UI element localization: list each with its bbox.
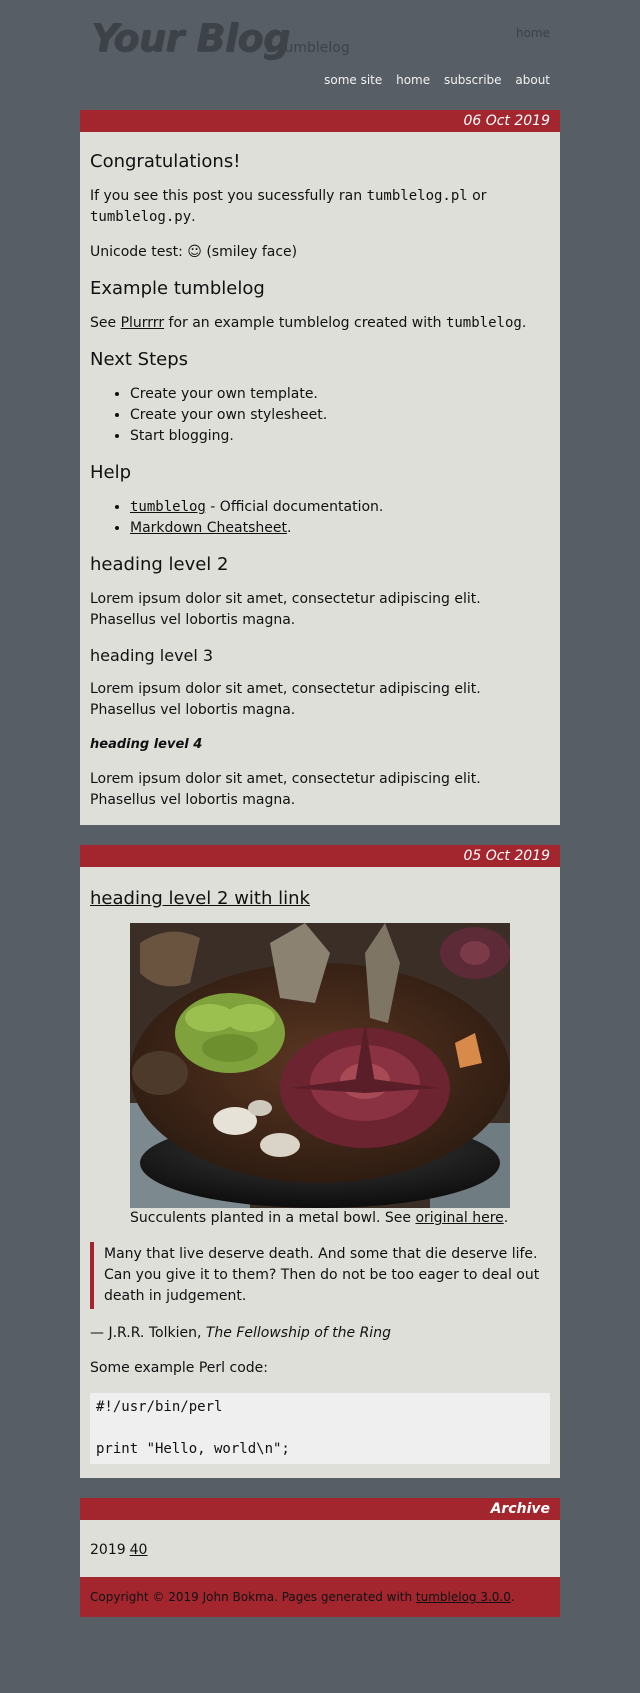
heading-level-2: heading level 2 xyxy=(90,554,229,575)
blog-title-link[interactable]: Your Blog xyxy=(91,16,290,60)
blog-tagline: a tumblelog xyxy=(266,40,350,56)
archive-week-link[interactable]: 40 xyxy=(130,1542,148,1558)
list-item: Start blogging. xyxy=(130,426,550,447)
nav-subscribe[interactable]: subscribe xyxy=(444,73,502,87)
heading-level-2-with-link: heading level 2 with link xyxy=(90,887,550,911)
nav-about[interactable]: about xyxy=(515,73,550,87)
post-date-link[interactable]: 05 Oct 2019 xyxy=(463,848,550,864)
code-tumblelog-pl: tumblelog.pl xyxy=(366,188,468,204)
next-steps-list: Create your own template. Create your ow… xyxy=(130,384,550,447)
heading-level-4: heading level 4 xyxy=(90,737,203,752)
nav-home[interactable]: home xyxy=(396,73,430,87)
list-item: Create your own template. xyxy=(130,384,550,405)
tumblelog-docs-link[interactable]: tumblelog xyxy=(130,499,206,515)
list-item: Markdown Cheatsheet. xyxy=(130,518,550,539)
list-item: Create your own stylesheet. xyxy=(130,405,550,426)
nav-some-site[interactable]: some site xyxy=(324,73,382,87)
succulents-photo xyxy=(130,923,510,1208)
photo-caption: Succulents planted in a metal bowl. See … xyxy=(130,1210,509,1226)
main-nav: some site home subscribe about xyxy=(314,73,550,87)
quote-attribution: — J.R.R. Tolkien, The Fellowship of the … xyxy=(90,1325,391,1341)
post-date-bar: 05 Oct 2019 xyxy=(80,845,560,867)
heading-help: Help xyxy=(90,462,132,483)
footer-copyright: Copyright © 2019 John Bokma. Pages gener… xyxy=(90,1590,416,1604)
succulents-figure: Succulents planted in a metal bowl. See … xyxy=(90,923,550,1228)
paragraph-example: See Plurrrr for an example tumblelog cre… xyxy=(90,315,527,331)
archive-year: 2019 xyxy=(90,1542,126,1558)
paragraph-lorem: Lorem ipsum dolor sit amet, consectetur … xyxy=(90,771,481,808)
paragraph-unicode-test: Unicode test: ☺ (smiley face) xyxy=(90,244,298,260)
post-heading-with-link: 05 Oct 2019 heading level 2 with link Su… xyxy=(80,845,560,1478)
post-body: heading level 2 with link Succulents pla… xyxy=(80,867,560,1478)
page-wrapper: Your Blog a tumblelog home some site hom… xyxy=(80,0,560,1617)
perl-code-block: #!/usr/bin/perl print "Hello, world\n"; xyxy=(90,1393,550,1464)
paragraph-lorem: Lorem ipsum dolor sit amet, consectetur … xyxy=(90,681,481,718)
perl-intro: Some example Perl code: xyxy=(90,1360,268,1376)
tumblelog-version-link[interactable]: tumblelog 3.0.0 xyxy=(416,1590,511,1604)
heading-example-tumblelog: Example tumblelog xyxy=(90,278,265,299)
original-here-link[interactable]: original here xyxy=(415,1210,503,1226)
tolkien-quote: Many that live deserve death. And some t… xyxy=(90,1242,550,1309)
paragraph-lorem: Lorem ipsum dolor sit amet, consectetur … xyxy=(90,591,481,628)
archive-title: Archive xyxy=(490,1501,550,1517)
markdown-cheatsheet-link[interactable]: Markdown Cheatsheet xyxy=(130,520,287,536)
post-date-bar: 06 Oct 2019 xyxy=(80,110,560,132)
heading-level-3: heading level 3 xyxy=(90,646,214,665)
heading-next-steps: Next Steps xyxy=(90,349,189,370)
paragraph-intro: If you see this post you sucessfully ran… xyxy=(90,188,487,225)
archive-section: Archive 2019 40 Copyright © 2019 John Bok… xyxy=(80,1498,560,1617)
plurrrr-link[interactable]: Plurrrr xyxy=(121,315,165,331)
top-home-link[interactable]: home xyxy=(516,26,550,40)
list-item: tumblelog - Official documentation. xyxy=(130,497,550,518)
heading-congratulations: Congratulations! xyxy=(90,151,241,172)
heading-link[interactable]: heading level 2 with link xyxy=(90,888,310,909)
post-date-link[interactable]: 06 Oct 2019 xyxy=(463,113,550,129)
post-body: Congratulations! If you see this post yo… xyxy=(80,132,560,825)
code-tumblelog: tumblelog xyxy=(445,315,522,331)
site-header: Your Blog a tumblelog home some site hom… xyxy=(80,0,560,110)
code-tumblelog-py: tumblelog.py xyxy=(90,209,192,225)
post-congratulations: 06 Oct 2019 Congratulations! If you see … xyxy=(80,110,560,825)
book-title: The Fellowship of the Ring xyxy=(205,1325,391,1341)
archive-body: 2019 40 xyxy=(80,1520,560,1577)
archive-bar: Archive xyxy=(80,1498,560,1520)
site-footer: Copyright © 2019 John Bokma. Pages gener… xyxy=(80,1577,560,1617)
help-list: tumblelog - Official documentation. Mark… xyxy=(130,497,550,539)
